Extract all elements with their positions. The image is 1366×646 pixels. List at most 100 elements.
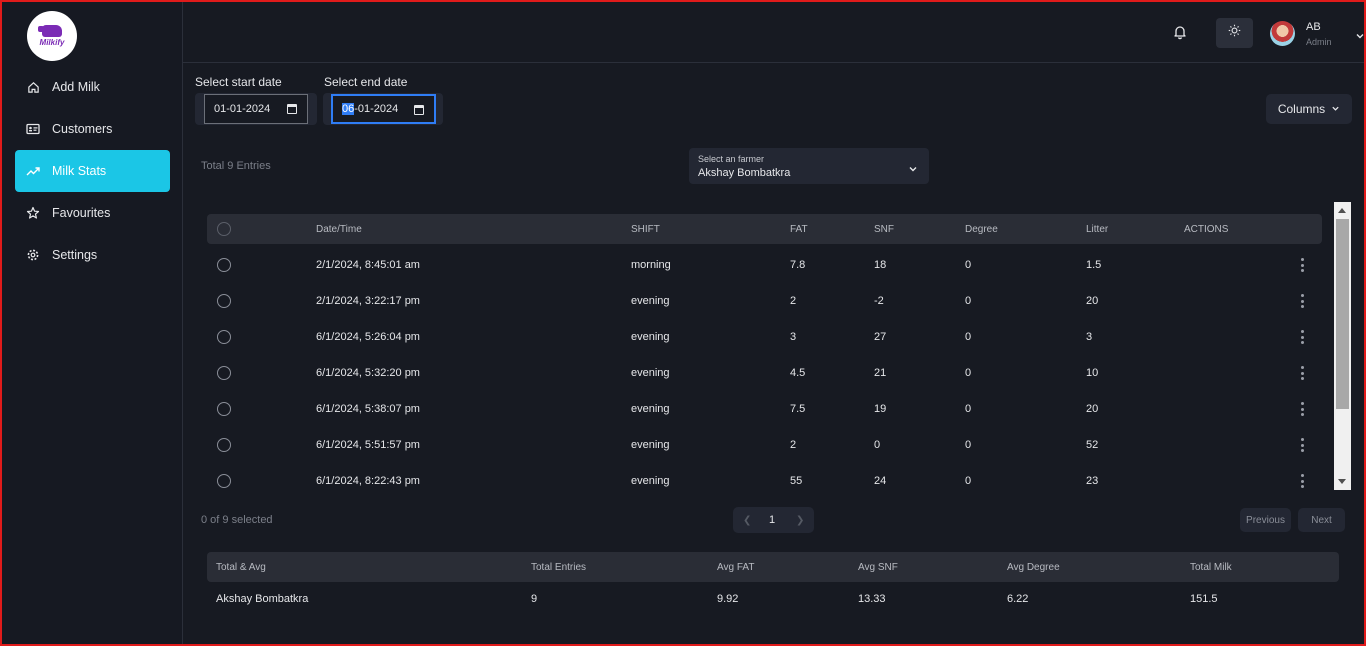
avatar[interactable] <box>1270 21 1295 46</box>
sidebar-item-settings[interactable]: Settings <box>15 234 170 276</box>
home-icon <box>26 80 40 94</box>
cell-datetime: 6/1/2024, 5:32:20 pm <box>316 367 420 379</box>
chevron-left-icon[interactable]: ❮ <box>743 515 751 526</box>
chevron-right-icon[interactable]: ❯ <box>796 515 804 526</box>
cell-snf: 18 <box>874 259 887 271</box>
end-date-value: -01-2024 <box>354 103 399 115</box>
start-date-input[interactable]: 01-01-2024 <box>204 94 308 124</box>
calendar-icon[interactable] <box>414 105 424 115</box>
brand-logo[interactable]: Milkify <box>27 11 77 61</box>
table-row[interactable]: 6/1/2024, 5:26:04 pm evening 3 27 0 3 <box>207 320 1322 356</box>
cell-shift: evening <box>631 367 670 379</box>
row-checkbox[interactable] <box>217 474 231 488</box>
cell-snf: 21 <box>874 367 887 379</box>
column-header-shift[interactable]: SHIFT <box>631 224 660 235</box>
cell-datetime: 2/1/2024, 8:45:01 am <box>316 259 420 271</box>
table-row[interactable]: 6/1/2024, 5:51:57 pm evening 2 0 0 52 <box>207 428 1322 464</box>
totals-header-total-milk: Total Milk <box>1190 562 1232 573</box>
cell-fat: 2 <box>790 439 797 451</box>
sidebar-item-add-milk[interactable]: Add Milk <box>15 66 170 108</box>
chevron-down-icon[interactable] <box>1355 28 1365 39</box>
theme-toggle-button[interactable] <box>1216 18 1253 48</box>
cell-litter: 20 <box>1086 403 1099 415</box>
more-vertical-icon[interactable] <box>1300 474 1304 488</box>
table-row[interactable]: 6/1/2024, 5:32:20 pm evening 4.5 21 0 10 <box>207 356 1322 392</box>
table-row[interactable]: 6/1/2024, 5:38:07 pm evening 7.5 19 0 20 <box>207 392 1322 428</box>
brand-name: Milkify <box>39 38 65 47</box>
cell-degree: 0 <box>965 367 972 379</box>
total-entries-text: Total 9 Entries <box>201 160 271 172</box>
scroll-up-arrow-icon[interactable] <box>1338 208 1346 213</box>
end-date-selected-segment: 06 <box>342 103 355 115</box>
column-header-litter[interactable]: Litter <box>1086 224 1108 235</box>
sidebar-item-favourites[interactable]: Favourites <box>15 192 170 234</box>
cell-snf: 0 <box>874 439 881 451</box>
column-header-fat[interactable]: FAT <box>790 224 808 235</box>
cell-shift: morning <box>631 259 671 271</box>
cell-degree: 0 <box>965 439 972 451</box>
more-vertical-icon[interactable] <box>1300 438 1304 452</box>
column-header-actions: ACTIONS <box>1184 224 1229 235</box>
table-row[interactable]: 2/1/2024, 8:45:01 am morning 7.8 18 0 1.… <box>207 248 1322 284</box>
top-bar: AB Admin <box>183 2 1364 63</box>
sidebar-item-label: Settings <box>52 248 98 262</box>
cell-litter: 20 <box>1086 295 1099 307</box>
cell-litter: 23 <box>1086 475 1099 487</box>
totals-header-avg-fat: Avg FAT <box>717 562 755 573</box>
more-vertical-icon[interactable] <box>1300 258 1304 272</box>
start-date-label: Select start date <box>195 75 282 89</box>
end-date-input[interactable]: 06 -01-2024 <box>331 94 436 124</box>
column-header-degree[interactable]: Degree <box>965 224 998 235</box>
cell-degree: 0 <box>965 331 972 343</box>
pagination-control: ❮ 1 ❯ <box>733 507 814 533</box>
totals-header-avg-snf: Avg SNF <box>858 562 898 573</box>
next-button[interactable]: Next <box>1298 508 1345 532</box>
totals-entries-value: 9 <box>531 593 538 605</box>
sidebar-item-customers[interactable]: Customers <box>15 108 170 150</box>
calendar-icon[interactable] <box>287 104 297 114</box>
select-all-checkbox[interactable] <box>217 222 231 236</box>
cell-datetime: 2/1/2024, 3:22:17 pm <box>316 295 420 307</box>
scrollbar-thumb[interactable] <box>1336 219 1349 409</box>
table-scrollbar[interactable] <box>1334 202 1351 490</box>
row-checkbox[interactable] <box>217 258 231 272</box>
row-checkbox[interactable] <box>217 438 231 452</box>
previous-button[interactable]: Previous <box>1240 508 1291 532</box>
farmer-select-value: Akshay Bombatkra <box>698 167 791 179</box>
table-row[interactable]: 6/1/2024, 8:22:43 pm evening 55 24 0 23 <box>207 464 1322 490</box>
sidebar-item-milk-stats[interactable]: Milk Stats <box>15 150 170 192</box>
cell-fat: 2 <box>790 295 797 307</box>
column-header-snf[interactable]: SNF <box>874 224 894 235</box>
bell-icon[interactable] <box>1172 24 1188 40</box>
more-vertical-icon[interactable] <box>1300 330 1304 344</box>
sun-icon <box>1228 24 1241 42</box>
farmer-select[interactable]: Select an farmer Akshay Bombatkra <box>689 148 929 184</box>
page-number[interactable]: 1 <box>769 514 775 526</box>
cell-degree: 0 <box>965 475 972 487</box>
totals-farmer-name: Akshay Bombatkra <box>216 593 309 605</box>
cell-datetime: 6/1/2024, 5:51:57 pm <box>316 439 420 451</box>
totals-avg-degree-value: 6.22 <box>1007 593 1029 605</box>
more-vertical-icon[interactable] <box>1300 294 1304 308</box>
gear-icon <box>26 248 40 262</box>
cell-shift: evening <box>631 439 670 451</box>
cell-litter: 10 <box>1086 367 1099 379</box>
table-header: Date/Time SHIFT FAT SNF Degree Litter AC… <box>207 214 1322 244</box>
row-checkbox[interactable] <box>217 330 231 344</box>
columns-button[interactable]: Columns <box>1266 94 1352 124</box>
cell-snf: 24 <box>874 475 887 487</box>
totals-header-name: Total & Avg <box>216 562 266 573</box>
selected-count: 0 of 9 selected <box>201 514 273 526</box>
column-header-datetime[interactable]: Date/Time <box>316 224 362 235</box>
cell-shift: evening <box>631 295 670 307</box>
row-checkbox[interactable] <box>217 366 231 380</box>
scroll-down-arrow-icon[interactable] <box>1338 479 1346 484</box>
cow-icon <box>38 25 62 37</box>
row-checkbox[interactable] <box>217 402 231 416</box>
table-row[interactable]: 2/1/2024, 3:22:17 pm evening 2 -2 0 20 <box>207 284 1322 320</box>
more-vertical-icon[interactable] <box>1300 402 1304 416</box>
more-vertical-icon[interactable] <box>1300 366 1304 380</box>
row-checkbox[interactable] <box>217 294 231 308</box>
cell-fat: 55 <box>790 475 803 487</box>
cell-litter: 52 <box>1086 439 1099 451</box>
